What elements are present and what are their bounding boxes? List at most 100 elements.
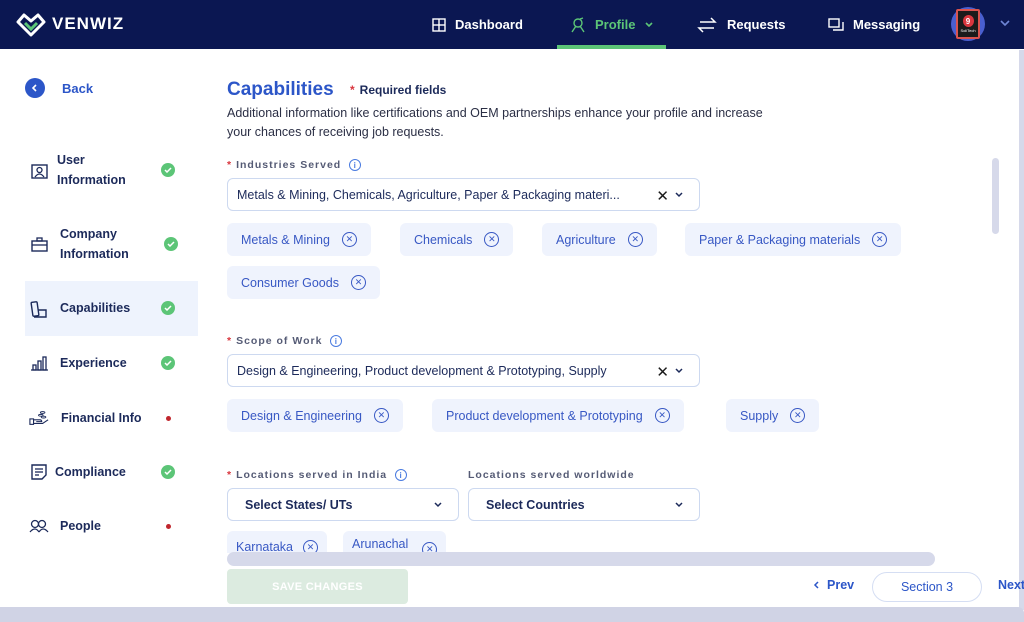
clear-icon[interactable]: ✕: [656, 363, 669, 381]
check-circle-icon: [161, 301, 175, 315]
sidebar-item-capabilities[interactable]: Capabilities: [25, 281, 198, 336]
location-chip: Arunachal ✕: [343, 531, 447, 553]
locations-india-label: * Locations served in India i: [227, 469, 408, 481]
swatch-icon: [29, 299, 49, 319]
info-icon[interactable]: i: [330, 335, 343, 347]
nav-profile[interactable]: Profile: [570, 0, 654, 49]
states-placeholder: Select States/ UTs: [245, 497, 353, 512]
industry-chip: Paper & Packaging materials ✕: [685, 223, 902, 256]
industry-chip: Consumer Goods ✕: [227, 266, 380, 299]
remove-chip-icon[interactable]: ✕: [373, 408, 389, 423]
chat-icon: [828, 17, 844, 31]
briefcase-icon: [29, 234, 49, 254]
save-changes-button[interactable]: SAVE CHANGES: [227, 569, 408, 604]
avatar-chevron-down-icon[interactable]: [999, 18, 1011, 28]
avatar-badge: 9: [962, 15, 974, 27]
prev-button[interactable]: Prev: [813, 578, 854, 592]
scope-chip: Product development & Prototyping ✕: [432, 399, 684, 432]
industry-chip: Metals & Mining ✕: [227, 223, 371, 256]
chevron-down-icon[interactable]: [674, 367, 684, 375]
back-label: Back: [62, 80, 94, 96]
next-button[interactable]: Next: [998, 578, 1024, 592]
people-icon: [29, 516, 49, 536]
sidebar-item-label: User Information: [57, 153, 126, 187]
remove-chip-icon[interactable]: ✕: [484, 232, 500, 247]
page-scrollbar-track[interactable]: [1019, 50, 1024, 610]
back-button[interactable]: Back: [25, 78, 93, 98]
venwiz-logo-icon: [16, 13, 46, 37]
window-horizontal-scrollbar[interactable]: [0, 607, 1024, 622]
scope-chip: Supply ✕: [726, 399, 820, 432]
remove-chip-icon[interactable]: ✕: [350, 275, 366, 290]
nav-requests[interactable]: Requests: [696, 0, 786, 49]
states-select[interactable]: Select States/ UTs: [227, 488, 459, 521]
sidebar-item-company-information[interactable]: Company Information: [25, 224, 198, 264]
swap-arrows-icon: [697, 16, 717, 33]
grid-icon: [432, 17, 446, 32]
required-fields-note: * Required fields: [350, 83, 447, 97]
info-icon[interactable]: i: [395, 469, 408, 481]
page-description: Additional information like certificatio…: [227, 106, 763, 139]
nav-profile-label: Profile: [595, 17, 636, 32]
remove-chip-icon[interactable]: ✕: [627, 232, 643, 247]
scope-value: Design & Engineering, Product developmen…: [237, 363, 607, 378]
sidebar-item-financial-info[interactable]: Financial Info: [25, 408, 198, 428]
document-icon: [29, 462, 49, 482]
chevron-left-icon: [25, 78, 45, 98]
sidebar-item-label: Company Information: [60, 227, 129, 261]
brand-logo[interactable]: VENWIZ: [16, 11, 124, 37]
active-nav-indicator: [557, 45, 666, 49]
industries-label: * Industries Served i: [227, 159, 362, 171]
locations-world-label: Locations served worldwide: [468, 469, 635, 481]
chevron-left-icon: [813, 581, 819, 589]
chevron-down-icon: [645, 21, 654, 27]
hand-coins-icon: [29, 408, 49, 428]
sidebar-item-compliance[interactable]: Compliance: [25, 462, 198, 482]
sidebar-item-user-information[interactable]: User Information: [25, 150, 198, 190]
industry-chip: Agriculture ✕: [542, 223, 657, 256]
nav-requests-label: Requests: [727, 17, 786, 32]
check-circle-icon: [161, 356, 175, 370]
scope-select[interactable]: Design & Engineering, Product developmen…: [227, 354, 700, 387]
section-indicator: Section 3: [872, 572, 982, 602]
chevron-down-icon: [434, 502, 442, 508]
nav-dashboard[interactable]: Dashboard: [432, 0, 523, 49]
brand-name: VENWIZ: [52, 14, 125, 33]
industries-value: Metals & Mining, Chemicals, Agriculture,…: [237, 187, 620, 202]
avatar-caption: SoliTech: [960, 28, 976, 33]
countries-select[interactable]: Select Countries: [468, 488, 700, 521]
clear-icon[interactable]: ✕: [656, 187, 669, 205]
horizontal-scrollbar[interactable]: [227, 552, 935, 566]
nav-messaging[interactable]: Messaging: [828, 0, 920, 49]
sidebar-item-experience[interactable]: Experience: [25, 353, 198, 373]
info-icon[interactable]: i: [349, 159, 362, 171]
location-chip: Karnataka ✕: [227, 531, 327, 553]
industries-select[interactable]: Metals & Mining, Chemicals, Agriculture,…: [227, 178, 700, 211]
remove-chip-icon[interactable]: ✕: [872, 232, 888, 247]
remove-chip-icon[interactable]: ✕: [790, 408, 806, 423]
industry-chip: Chemicals ✕: [400, 223, 514, 256]
location-chips-viewport: Karnataka ✕ Arunachal ✕: [227, 531, 967, 553]
chevron-down-icon: [675, 502, 683, 508]
remove-chip-icon[interactable]: ✕: [341, 232, 357, 247]
remove-chip-icon[interactable]: ✕: [654, 408, 670, 423]
countries-placeholder: Select Countries: [486, 497, 585, 512]
incomplete-dot-icon: [166, 524, 171, 529]
incomplete-dot-icon: [166, 416, 171, 421]
check-circle-icon: [161, 465, 175, 479]
vertical-scrollbar-thumb[interactable]: [992, 158, 999, 234]
nav-messaging-label: Messaging: [853, 17, 921, 32]
sidebar-item-people[interactable]: People: [25, 516, 198, 536]
scope-chip: Design & Engineering ✕: [227, 399, 403, 432]
chevron-down-icon[interactable]: [674, 191, 684, 199]
sidebar-item-label: Capabilities: [60, 301, 131, 315]
user-card-icon: [29, 161, 49, 181]
check-circle-icon: [164, 237, 178, 251]
bar-chart-icon: [29, 353, 49, 373]
sidebar-item-label: Financial Info: [61, 411, 142, 425]
page-title: Capabilities: [227, 79, 334, 100]
sidebar-item-label: Experience: [60, 356, 127, 370]
user-avatar[interactable]: 9 SoliTech: [951, 7, 985, 41]
sidebar-item-label: Compliance: [55, 465, 126, 479]
check-circle-icon: [161, 163, 175, 177]
